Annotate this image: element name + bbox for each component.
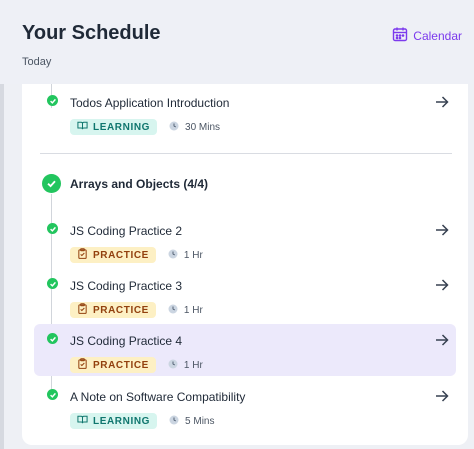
learning-badge: LEARNING bbox=[70, 413, 158, 429]
list-item[interactable]: Todos Application Introduction LEARNING … bbox=[34, 86, 456, 138]
duration: 30 Mins bbox=[169, 121, 220, 134]
calendar-icon bbox=[392, 26, 408, 45]
schedule-panel: Your Schedule Today Calendar Todos Appli… bbox=[0, 0, 474, 449]
badge-label: PRACTICE bbox=[93, 359, 149, 371]
item-title: JS Coding Practice 2 bbox=[70, 224, 183, 238]
badge-label: LEARNING bbox=[93, 415, 151, 427]
arrow-right-icon[interactable] bbox=[434, 388, 450, 404]
duration: 1 Hr bbox=[168, 304, 203, 317]
duration-label: 1 Hr bbox=[183, 359, 203, 371]
badge-label: LEARNING bbox=[93, 121, 151, 133]
duration-label: 30 Mins bbox=[185, 121, 221, 133]
book-icon bbox=[77, 120, 88, 134]
list-item[interactable]: JS Coding Practice 3 PRACTICE 1 Hr bbox=[34, 269, 456, 321]
check-icon bbox=[47, 223, 58, 234]
duration: 1 Hr bbox=[168, 359, 203, 372]
item-meta: PRACTICE 1 Hr bbox=[70, 302, 203, 318]
schedule-card: Todos Application Introduction LEARNING … bbox=[22, 84, 468, 445]
item-meta: PRACTICE 1 Hr bbox=[70, 247, 203, 263]
item-meta: LEARNING 5 Mins bbox=[70, 413, 214, 429]
date-label: Today bbox=[22, 56, 52, 68]
item-title: A Note on Software Compatibility bbox=[70, 390, 246, 404]
section-title: Arrays and Objects (4/4) bbox=[70, 176, 209, 191]
arrow-right-icon[interactable] bbox=[434, 277, 450, 293]
clipboard-icon bbox=[77, 303, 88, 317]
clock-icon bbox=[169, 415, 179, 428]
item-title: JS Coding Practice 3 bbox=[70, 279, 183, 293]
schedule-header: Your Schedule Today Calendar bbox=[0, 0, 474, 84]
duration-label: 5 Mins bbox=[185, 415, 215, 427]
clock-icon bbox=[168, 359, 178, 372]
badge-label: PRACTICE bbox=[93, 249, 149, 261]
duration: 1 Hr bbox=[168, 249, 203, 262]
page-title: Your Schedule bbox=[22, 22, 161, 44]
clipboard-icon bbox=[77, 248, 88, 262]
item-meta: PRACTICE 1 Hr bbox=[70, 357, 203, 373]
clock-icon bbox=[168, 304, 178, 317]
check-icon bbox=[47, 333, 58, 344]
arrow-right-icon[interactable] bbox=[434, 222, 450, 238]
duration: 5 Mins bbox=[169, 415, 214, 428]
clipboard-icon bbox=[77, 358, 88, 372]
calendar-link[interactable]: Calendar bbox=[392, 26, 462, 45]
list-item[interactable]: JS Coding Practice 2 PRACTICE 1 Hr bbox=[34, 214, 456, 266]
check-icon bbox=[47, 95, 58, 106]
arrow-right-icon[interactable] bbox=[434, 94, 450, 110]
check-icon bbox=[42, 174, 61, 193]
practice-badge: PRACTICE bbox=[70, 247, 156, 263]
arrow-right-icon[interactable] bbox=[434, 332, 450, 348]
practice-badge: PRACTICE bbox=[70, 302, 156, 318]
learning-badge: LEARNING bbox=[70, 119, 158, 135]
list-item-active[interactable]: JS Coding Practice 4 PRACTICE 1 Hr bbox=[34, 324, 456, 376]
duration-label: 1 Hr bbox=[183, 249, 203, 261]
item-title: JS Coding Practice 4 bbox=[70, 334, 183, 348]
book-icon bbox=[77, 414, 88, 428]
clock-icon bbox=[168, 249, 178, 262]
check-icon bbox=[47, 389, 58, 400]
practice-badge: PRACTICE bbox=[70, 357, 156, 373]
calendar-link-label: Calendar bbox=[413, 28, 462, 43]
section-header: Arrays and Objects (4/4) bbox=[42, 174, 208, 193]
clock-icon bbox=[169, 121, 179, 134]
check-icon bbox=[47, 278, 58, 289]
item-title: Todos Application Introduction bbox=[70, 96, 230, 110]
divider bbox=[40, 153, 452, 154]
item-meta: LEARNING 30 Mins bbox=[70, 119, 220, 135]
duration-label: 1 Hr bbox=[183, 304, 203, 316]
list-item[interactable]: A Note on Software Compatibility LEARNIN… bbox=[34, 380, 456, 432]
badge-label: PRACTICE bbox=[93, 304, 149, 316]
